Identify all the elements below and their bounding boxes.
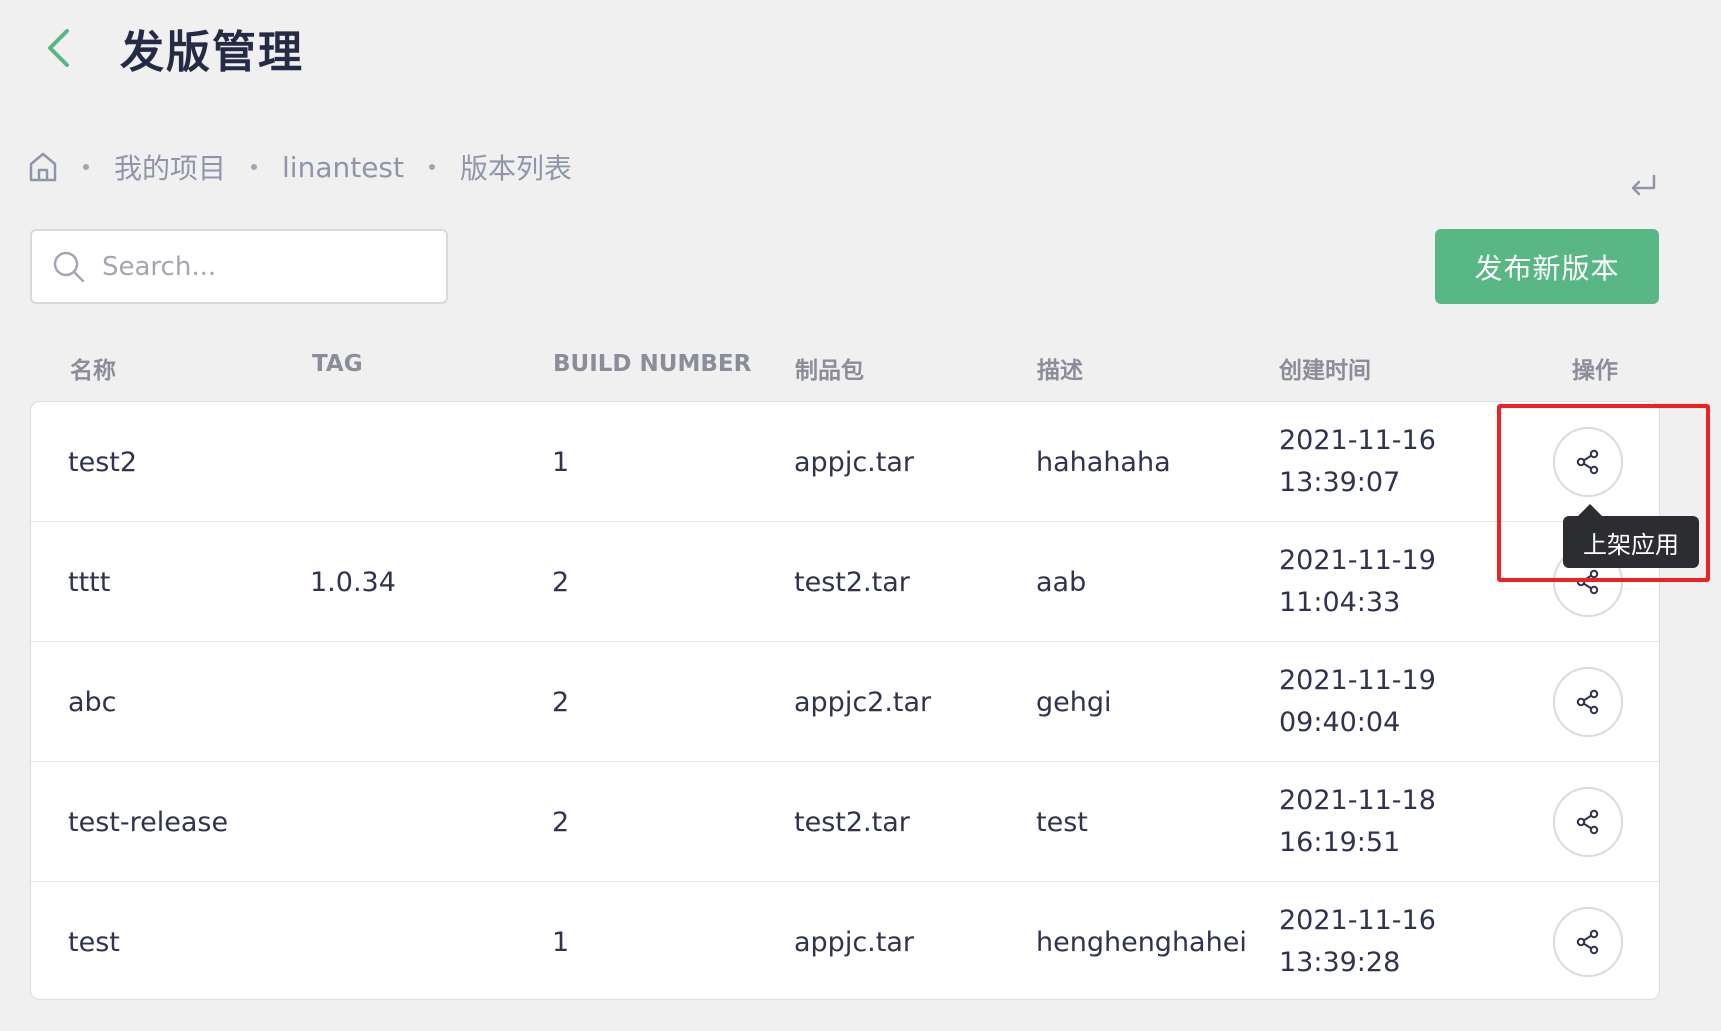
column-header-description: 描述 <box>1037 358 1083 384</box>
cell-name: test2 <box>68 446 138 478</box>
page-title: 发版管理 <box>120 27 304 78</box>
column-header-package: 制品包 <box>795 358 864 384</box>
search-input[interactable] <box>102 251 432 282</box>
cell-build-number: 1 <box>552 926 570 958</box>
table-row: test2 1 appjc.tar hahahaha 2021-11-16 13… <box>31 402 1659 522</box>
breadcrumb-item-version-list: 版本列表 <box>460 152 573 185</box>
cell-description: gehgi <box>1036 686 1112 718</box>
breadcrumb-item-projects[interactable]: 我的项目 <box>114 147 226 187</box>
share-icon <box>1576 569 1599 595</box>
page-header: 发版管理 <box>38 18 304 78</box>
breadcrumb: 我的项目 linantest 版本列表 <box>28 145 572 189</box>
cell-package: appjc.tar <box>794 446 914 478</box>
publish-app-button[interactable] <box>1553 667 1623 737</box>
table-row: test-release 2 test2.tar test 2021-11-18… <box>31 762 1659 882</box>
publish-new-version-button[interactable]: 发布新版本 <box>1435 229 1659 304</box>
table-row: test 1 appjc.tar henghenghahei 2021-11-1… <box>31 882 1659 999</box>
breadcrumb-separator <box>251 164 258 170</box>
created-time: 11:04:33 <box>1279 587 1401 618</box>
share-icon <box>1576 809 1599 835</box>
table-row: tttt 1.0.34 2 test2.tar aab 2021-11-19 1… <box>31 522 1659 642</box>
cell-build-number: 2 <box>552 686 570 718</box>
breadcrumb-separator <box>429 164 435 170</box>
share-icon <box>1576 929 1599 955</box>
created-time: 13:39:28 <box>1279 947 1401 978</box>
cell-name: tttt <box>68 566 111 598</box>
return-icon[interactable] <box>1628 172 1658 200</box>
column-header-actions: 操作 <box>1572 358 1618 384</box>
share-icon <box>1576 449 1599 475</box>
created-time: 16:19:51 <box>1279 827 1401 858</box>
column-header-created-time: 创建时间 <box>1279 358 1371 384</box>
publish-app-button[interactable] <box>1553 787 1623 857</box>
created-date: 2021-11-19 <box>1279 665 1436 696</box>
search-box[interactable] <box>30 229 448 304</box>
column-header-name: 名称 <box>70 358 116 384</box>
publish-app-button[interactable] <box>1553 907 1623 977</box>
cell-name: abc <box>68 686 117 718</box>
breadcrumb-item-project[interactable]: linantest <box>282 151 404 184</box>
created-time: 09:40:04 <box>1279 707 1401 738</box>
table-header: 名称 TAG BUILD NUMBER 制品包 描述 创建时间 操作 <box>30 345 1660 385</box>
cell-build-number: 1 <box>552 446 570 478</box>
cell-created-time: 2021-11-19 09:40:04 <box>1279 642 1436 762</box>
cell-package: test2.tar <box>794 806 910 838</box>
share-icon <box>1576 689 1599 715</box>
cell-name: test <box>68 926 120 958</box>
cell-created-time: 2021-11-16 13:39:07 <box>1279 402 1436 522</box>
created-date: 2021-11-16 <box>1279 905 1436 936</box>
chevron-left-icon <box>48 29 69 67</box>
publish-app-tooltip: 上架应用 <box>1563 516 1699 568</box>
created-date: 2021-11-19 <box>1279 545 1436 576</box>
breadcrumb-separator <box>83 164 89 170</box>
cell-description: aab <box>1036 566 1087 598</box>
cell-build-number: 2 <box>552 806 570 838</box>
cell-package: appjc2.tar <box>794 686 932 718</box>
created-date: 2021-11-16 <box>1279 425 1436 456</box>
cell-created-time: 2021-11-18 16:19:51 <box>1279 762 1436 882</box>
release-management-page: 发版管理 我的项目 linantest 版本列表 发布新版本 名称 TAG BU… <box>0 0 1721 1031</box>
back-button[interactable] <box>38 23 78 73</box>
created-time: 13:39:07 <box>1279 467 1401 498</box>
cell-tag: 1.0.34 <box>310 566 396 598</box>
cell-description: henghenghahei <box>1036 926 1247 958</box>
cell-created-time: 2021-11-19 11:04:33 <box>1279 522 1436 642</box>
column-header-tag: TAG <box>312 351 363 377</box>
cell-package: appjc.tar <box>794 926 914 958</box>
column-header-build-number: BUILD NUMBER <box>553 351 752 377</box>
cell-created-time: 2021-11-16 13:39:28 <box>1279 882 1436 999</box>
publish-app-button[interactable] <box>1553 427 1623 497</box>
cell-description: hahahaha <box>1036 446 1171 478</box>
home-icon <box>29 152 57 182</box>
search-icon <box>53 251 85 282</box>
created-date: 2021-11-18 <box>1279 785 1436 816</box>
breadcrumb-home[interactable] <box>28 151 58 183</box>
cell-description: test <box>1036 806 1088 838</box>
table-row: abc 2 appjc2.tar gehgi 2021-11-19 09:40:… <box>31 642 1659 762</box>
cell-name: test-release <box>68 806 229 838</box>
cell-build-number: 2 <box>552 566 570 598</box>
version-table: test2 1 appjc.tar hahahaha 2021-11-16 13… <box>30 401 1660 1000</box>
tooltip-arrow <box>1578 504 1602 516</box>
cell-package: test2.tar <box>794 566 910 598</box>
